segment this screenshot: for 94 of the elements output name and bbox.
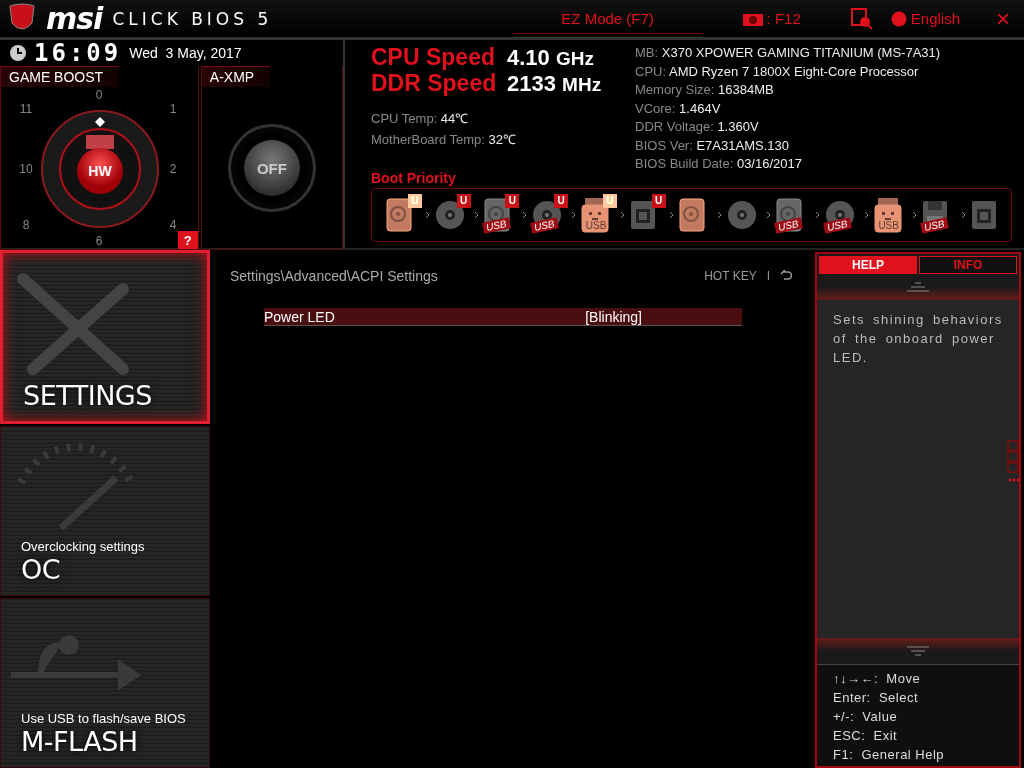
network-port-icon bbox=[971, 199, 998, 230]
nav-tile[interactable]: SETTINGS bbox=[0, 250, 210, 424]
boot-device[interactable]: U bbox=[627, 191, 666, 238]
nav-title: M-FLASH bbox=[21, 726, 138, 757]
nav-title: OC bbox=[21, 554, 61, 585]
key-hint: F1: General Help bbox=[833, 746, 946, 764]
nav-subtitle: Overclocking settings bbox=[21, 539, 145, 554]
boot-device[interactable]: U bbox=[432, 191, 471, 238]
chevron-icon bbox=[424, 210, 430, 219]
scroll-down-icon[interactable] bbox=[907, 646, 929, 656]
temperature-reading: CPU Temp: 44℃ bbox=[371, 110, 470, 128]
boot-device[interactable]: USB bbox=[920, 191, 959, 238]
key-hint: +/-: Value bbox=[833, 708, 899, 726]
boot-device[interactable]: USB bbox=[822, 191, 861, 238]
boot-device[interactable]: U USB bbox=[481, 191, 520, 238]
boot-device[interactable]: U USB bbox=[579, 191, 617, 238]
chevron-icon bbox=[717, 210, 723, 219]
speed-label: CPU Speed bbox=[371, 44, 496, 71]
panel-tab[interactable]: INFO bbox=[919, 256, 1017, 274]
nav-subtitle: Use USB to flash/save BIOS bbox=[21, 711, 186, 726]
system-info-line: DDR Voltage: 1.360V bbox=[635, 118, 760, 136]
help-button[interactable]: ? bbox=[177, 231, 198, 249]
dial-number: 1 bbox=[169, 102, 177, 116]
chevron-icon bbox=[668, 210, 674, 219]
panel-title: GAME BOOST bbox=[1, 66, 120, 87]
usb-drive-icon bbox=[873, 196, 902, 233]
panel-title: A-XMP bbox=[201, 66, 271, 87]
product-title: CLICK BIOS 5 bbox=[112, 8, 273, 29]
screenshot-button[interactable]: : F12 bbox=[742, 10, 801, 27]
nav-tile[interactable]: Use USB to flash/save BIOS M-FLASH bbox=[0, 598, 210, 768]
separator: I bbox=[766, 269, 770, 283]
speed-value: 4.10 GHz bbox=[507, 45, 594, 71]
axmp-toggle[interactable]: OFF bbox=[227, 124, 316, 212]
uefi-badge: U bbox=[407, 193, 422, 208]
dial-number: 0 bbox=[95, 88, 103, 102]
clock-time: 16:09 bbox=[34, 39, 122, 67]
hw-button[interactable]: HW bbox=[77, 148, 123, 194]
chevron-icon bbox=[473, 210, 479, 219]
usb-label: USB bbox=[877, 219, 900, 231]
close-button[interactable]: × bbox=[990, 4, 1016, 33]
dial-number: 8 bbox=[22, 218, 30, 232]
speed-value: 2133 MHz bbox=[507, 71, 602, 97]
usb-label: USB bbox=[584, 219, 608, 231]
language-button[interactable]: English bbox=[890, 10, 960, 27]
system-info-line: BIOS Ver: E7A31AMS.130 bbox=[635, 136, 790, 155]
ez-mode-button[interactable]: EZ Mode (F7) bbox=[512, 3, 703, 34]
key-hint: Enter: Select bbox=[833, 689, 920, 707]
temperature-reading: MotherBoard Temp: 32℃ bbox=[371, 130, 518, 149]
system-info-line: VCore: 1.464V bbox=[635, 99, 722, 118]
uefi-badge: U bbox=[602, 193, 617, 208]
setting-row[interactable]: Power LED [Blinking] bbox=[264, 308, 742, 326]
clock-date: Wed 3 May, 2017 bbox=[129, 45, 242, 61]
chevron-icon bbox=[912, 210, 918, 219]
chevron-icon bbox=[619, 210, 625, 219]
breadcrumb: Settings\Advanced\ACPI Settings bbox=[230, 268, 438, 284]
chevron-icon bbox=[814, 210, 820, 219]
search-icon[interactable] bbox=[850, 7, 873, 30]
chevron-icon bbox=[522, 210, 528, 219]
brand-logo: msi bbox=[46, 1, 103, 36]
key-hint: ESC: Exit bbox=[833, 727, 899, 745]
speed-label: DDR Speed bbox=[371, 70, 498, 97]
system-info-line: BIOS Build Date: 03/16/2017 bbox=[635, 155, 803, 173]
chevron-icon bbox=[571, 210, 577, 219]
scroll-up-icon[interactable] bbox=[907, 282, 929, 292]
chevron-icon bbox=[863, 210, 869, 219]
dial-number: 11 bbox=[19, 102, 33, 116]
dial-number: 10 bbox=[19, 162, 33, 176]
key-hint: ↑↓→←: Move bbox=[833, 670, 922, 688]
dial-number: 6 bbox=[95, 234, 103, 248]
chevron-icon bbox=[961, 210, 967, 219]
uefi-badge: U bbox=[456, 193, 471, 208]
system-info-line: CPU: AMD Ryzen 7 1800X Eight-Core Processor bbox=[635, 62, 920, 81]
disc-icon bbox=[727, 199, 758, 230]
network-port-icon bbox=[629, 199, 656, 230]
boot-device[interactable]: USB bbox=[871, 191, 910, 238]
uefi-badge: U bbox=[651, 193, 666, 208]
panel-tab[interactable]: HELP bbox=[819, 256, 917, 274]
system-info-line: Memory Size: 16384MB bbox=[635, 81, 775, 99]
uefi-badge: U bbox=[554, 193, 569, 208]
boot-device[interactable]: U USB bbox=[530, 191, 569, 238]
system-info-line: MB: X370 XPOWER GAMING TITANIUM (MS-7A31) bbox=[635, 44, 941, 62]
dial-number: 2 bbox=[169, 162, 177, 176]
clock-icon bbox=[10, 45, 26, 61]
nav-tile[interactable]: Overclocking settings OC bbox=[0, 426, 210, 596]
boot-device[interactable]: USB bbox=[774, 191, 812, 238]
boot-priority-title: Boot Priority bbox=[371, 169, 457, 186]
chevron-icon bbox=[766, 210, 772, 219]
camera-icon bbox=[742, 11, 763, 26]
back-icon[interactable] bbox=[780, 270, 792, 282]
nav-title: SETTINGS bbox=[23, 380, 152, 411]
dial-number: 4 bbox=[169, 218, 177, 232]
help-text: Sets shining behaviors of the onboard power LED. bbox=[817, 300, 1019, 638]
hot-key-label[interactable]: HOT KEY bbox=[704, 269, 757, 283]
uefi-badge: U bbox=[505, 193, 520, 208]
